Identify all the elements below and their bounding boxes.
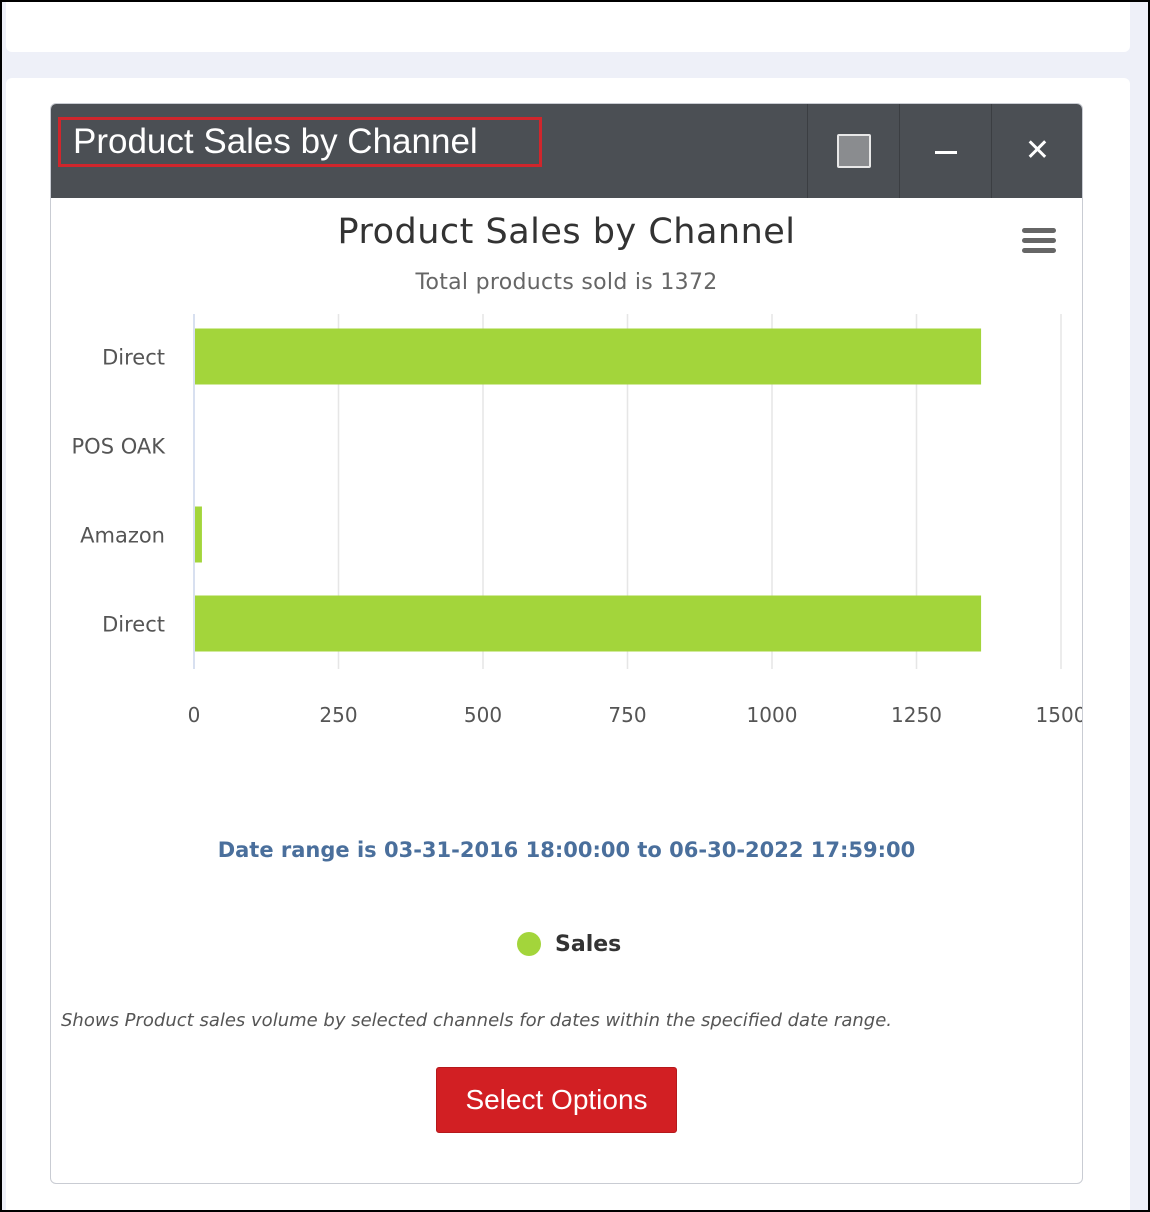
legend-label: Sales (555, 931, 622, 957)
x-tick-label: 500 (464, 703, 502, 727)
bar-chart: Direct POS OAK Amazon Direct 0 250 500 750 1000 1… (72, 314, 1082, 727)
close-button[interactable]: ✕ (991, 104, 1082, 198)
widget-title: Product Sales by Channel (58, 117, 542, 167)
hamburger-menu-icon[interactable] (1022, 228, 1056, 256)
legend-item-sales[interactable]: Sales (517, 930, 621, 958)
bar-direct (195, 595, 982, 652)
select-options-button[interactable]: Select Options (436, 1067, 677, 1133)
x-tick-label: 1500 (1036, 703, 1082, 727)
category-label: Amazon (80, 524, 165, 548)
minimize-button[interactable] (899, 104, 991, 198)
x-tick-label: 250 (319, 703, 357, 727)
legend-marker (517, 932, 541, 956)
date-range-label: Date range is 03-31-2016 18:00:00 to 06-… (217, 838, 916, 862)
widget-header: Product Sales by Channel ✕ (51, 104, 1082, 198)
page-frame: Product Sales by Channel ✕ Product Sales… (0, 0, 1150, 1212)
right-strip (1132, 2, 1148, 1210)
category-label: POS OAK (72, 435, 167, 459)
x-tick-label: 1250 (891, 703, 942, 727)
square-button[interactable] (807, 104, 899, 198)
x-tick-label: 0 (188, 703, 201, 727)
category-label: Direct (102, 613, 165, 637)
close-icon: ✕ (1024, 133, 1051, 168)
x-tick-label: 750 (608, 703, 646, 727)
chart-caption: Shows Product sales volume by selected c… (61, 1010, 892, 1031)
top-card (6, 2, 1130, 52)
minimize-icon (934, 150, 957, 154)
x-tick-label: 1000 (747, 703, 798, 727)
product-sales-widget: Product Sales by Channel ✕ Product Sales… (50, 103, 1083, 1184)
chart-subtitle: Total products sold is 1372 (415, 270, 718, 295)
chart-title: Product Sales by Channel (337, 212, 796, 252)
square-icon (836, 134, 871, 168)
category-label: Direct (102, 346, 165, 370)
bar-direct (195, 328, 982, 385)
bar-amazon (195, 506, 202, 563)
